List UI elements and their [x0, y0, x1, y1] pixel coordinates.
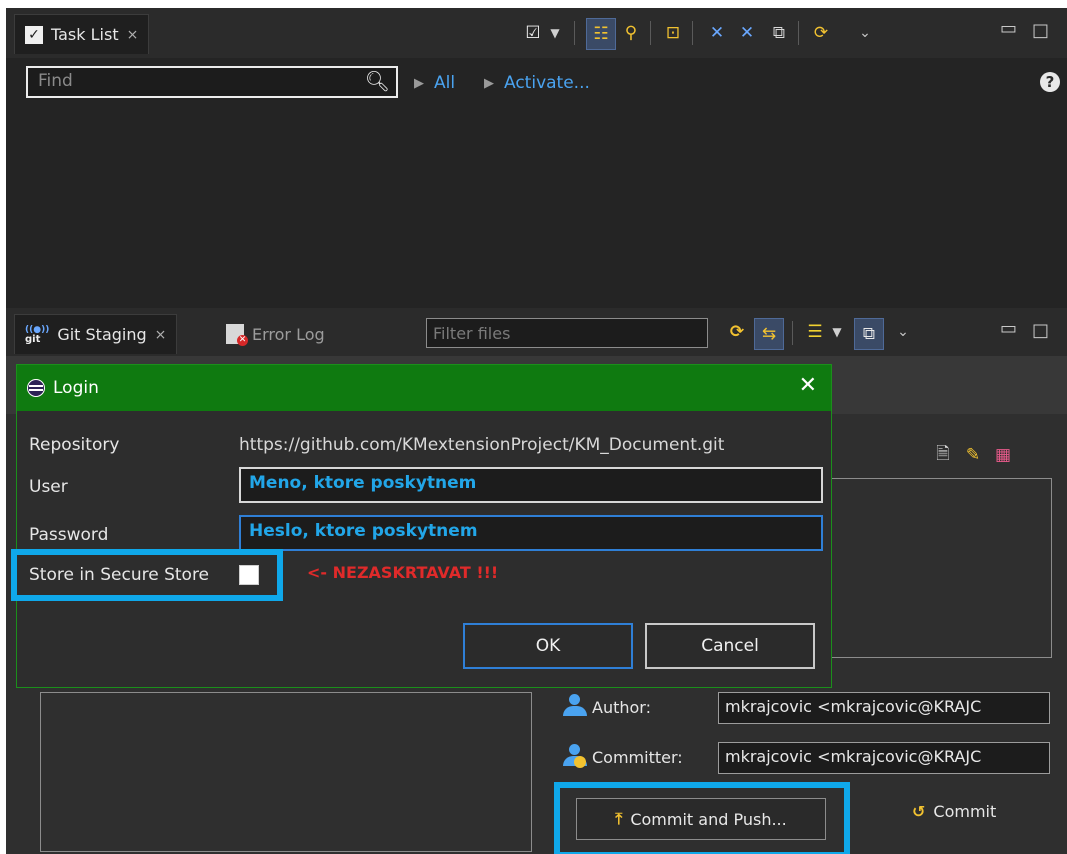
help-icon[interactable]: ?: [1040, 72, 1060, 92]
search-icon[interactable]: 🔍︎: [365, 69, 390, 93]
author-label: Author:: [592, 698, 651, 717]
login-dialog-titlebar: Login ✕: [17, 365, 831, 411]
git-staging-tabbar: ((●))git Git Staging ⨯ ✕ Error Log ⟳ ⇆ ☰…: [6, 308, 1067, 356]
eclipse-icon: [27, 379, 45, 397]
author-icon: [562, 694, 588, 718]
committer-field[interactable]: mkrajcovic <mkrajcovic@KRAJC: [718, 742, 1050, 774]
git-icon: ((●)) git: [25, 324, 50, 345]
task-find-box[interactable]: 🔍︎: [26, 66, 398, 98]
task-list-icon: ✓: [25, 25, 43, 44]
close-icon[interactable]: ⨯: [155, 327, 167, 343]
minimize-icon[interactable]: ▭: [1000, 318, 1017, 339]
commit-button[interactable]: ↺ Commit: [912, 802, 996, 821]
commit-label: Commit: [933, 802, 997, 821]
activate-link[interactable]: Activate...: [504, 73, 590, 93]
staged-changes-list[interactable]: [40, 692, 532, 852]
categorized-view-icon[interactable]: ☷: [586, 18, 616, 50]
close-icon[interactable]: ✕: [799, 373, 817, 398]
login-dialog: Login ✕ Repository https://github.com/KM…: [11, 364, 832, 688]
focus-icon[interactable]: ⊡: [662, 22, 684, 44]
store-in-secure-store-label: Store in Secure Store: [29, 565, 210, 585]
committer-label: Committer:: [592, 748, 683, 767]
warning-annotation: <- NEZASKRTAVAT !!!: [307, 563, 499, 582]
presentation-icon[interactable]: ⧉: [854, 318, 884, 350]
cancel-button[interactable]: Cancel: [645, 623, 815, 669]
tab-git-staging[interactable]: ((●)) git Git Staging ⨯: [14, 314, 178, 354]
task-list-tab-label: Task List: [51, 25, 119, 44]
amend-icon[interactable]: 🗎: [932, 444, 954, 466]
tab-task-list[interactable]: ✓ Task List ⨯: [14, 14, 150, 54]
login-dialog-title: Login: [53, 378, 99, 398]
maximize-icon[interactable]: □: [1032, 20, 1049, 41]
ok-button[interactable]: OK: [463, 623, 633, 669]
change-id-icon[interactable]: ▦: [992, 444, 1014, 466]
toolbar-separator: [650, 21, 651, 45]
repository-label: Repository: [29, 435, 120, 455]
author-field[interactable]: mkrajcovic <mkrajcovic@KRAJC: [718, 692, 1050, 724]
view-menu-chevron-icon[interactable]: ⌄: [892, 321, 914, 343]
user-field[interactable]: Meno, ktore poskytnem: [239, 467, 823, 503]
repository-url: https://github.com/KMextensionProject/KM…: [239, 435, 725, 455]
view-menu-chevron-icon[interactable]: ⌄: [854, 22, 876, 44]
upload-icon: ⤒: [615, 809, 623, 828]
synchronize-icon[interactable]: ⟳: [810, 22, 832, 44]
task-find-input[interactable]: [28, 68, 368, 94]
repository-icon[interactable]: ☰: [804, 321, 826, 343]
task-list-body: 🔍︎ ▶ All ▶ Activate... ?: [6, 58, 1067, 308]
error-log-icon: ✕: [226, 324, 248, 346]
filter-all-link[interactable]: All: [434, 73, 455, 93]
maximize-icon[interactable]: □: [1032, 320, 1049, 341]
task-list-tabbar: ✓ Task List ⨯ ☑ ▼ ☷ ⚲ ⊡ ✕ ✕ ⧉ ⟳ ⌄ ▭ □: [6, 8, 1067, 58]
commit-and-push-label: Commit and Push...: [630, 809, 787, 829]
refresh-icon[interactable]: ⟳: [726, 321, 748, 343]
user-label: User: [29, 477, 68, 497]
error-log-tab-label: Error Log: [252, 324, 325, 344]
commit-icon: ↺: [912, 802, 926, 821]
collapse-all-icon[interactable]: ✕: [736, 22, 758, 44]
password-label: Password: [29, 525, 109, 545]
scheduled-view-icon[interactable]: ⚲: [620, 22, 642, 44]
sign-off-icon[interactable]: ✎: [962, 444, 984, 466]
toolbar-separator: [574, 21, 575, 45]
compare-mode-icon[interactable]: ⇆: [754, 318, 784, 350]
committer-icon: [562, 744, 588, 768]
commit-message-box[interactable]: [826, 478, 1052, 658]
new-task-icon[interactable]: ☑: [522, 22, 544, 44]
triangle-right-icon: ▶: [484, 76, 494, 91]
link-icon[interactable]: ⧉: [768, 22, 790, 44]
close-icon[interactable]: ⨯: [127, 27, 139, 43]
store-in-secure-store-checkbox[interactable]: [239, 565, 259, 585]
toolbar-separator: [692, 21, 693, 45]
git-staging-tab-label: Git Staging: [57, 325, 147, 344]
filter-files-box[interactable]: [426, 318, 709, 348]
password-field[interactable]: Heslo, ktore poskytnem: [239, 515, 823, 551]
toolbar-separator: [798, 21, 799, 45]
tab-error-log[interactable]: ✕ Error Log: [216, 314, 335, 354]
triangle-right-icon: ▶: [414, 76, 424, 91]
eclipse-workbench: ✓ Task List ⨯ ☑ ▼ ☷ ⚲ ⊡ ✕ ✕ ⧉ ⟳ ⌄ ▭ □ 🔍︎…: [6, 8, 1067, 854]
toolbar-separator: [792, 321, 793, 345]
commit-and-push-button[interactable]: ⤒ Commit and Push...: [576, 798, 826, 840]
expand-all-icon[interactable]: ✕: [706, 22, 728, 44]
filter-files-input[interactable]: [427, 319, 709, 347]
chevron-down-icon[interactable]: ▼: [544, 22, 566, 44]
minimize-icon[interactable]: ▭: [1000, 18, 1017, 39]
chevron-down-icon[interactable]: ▼: [826, 321, 848, 343]
